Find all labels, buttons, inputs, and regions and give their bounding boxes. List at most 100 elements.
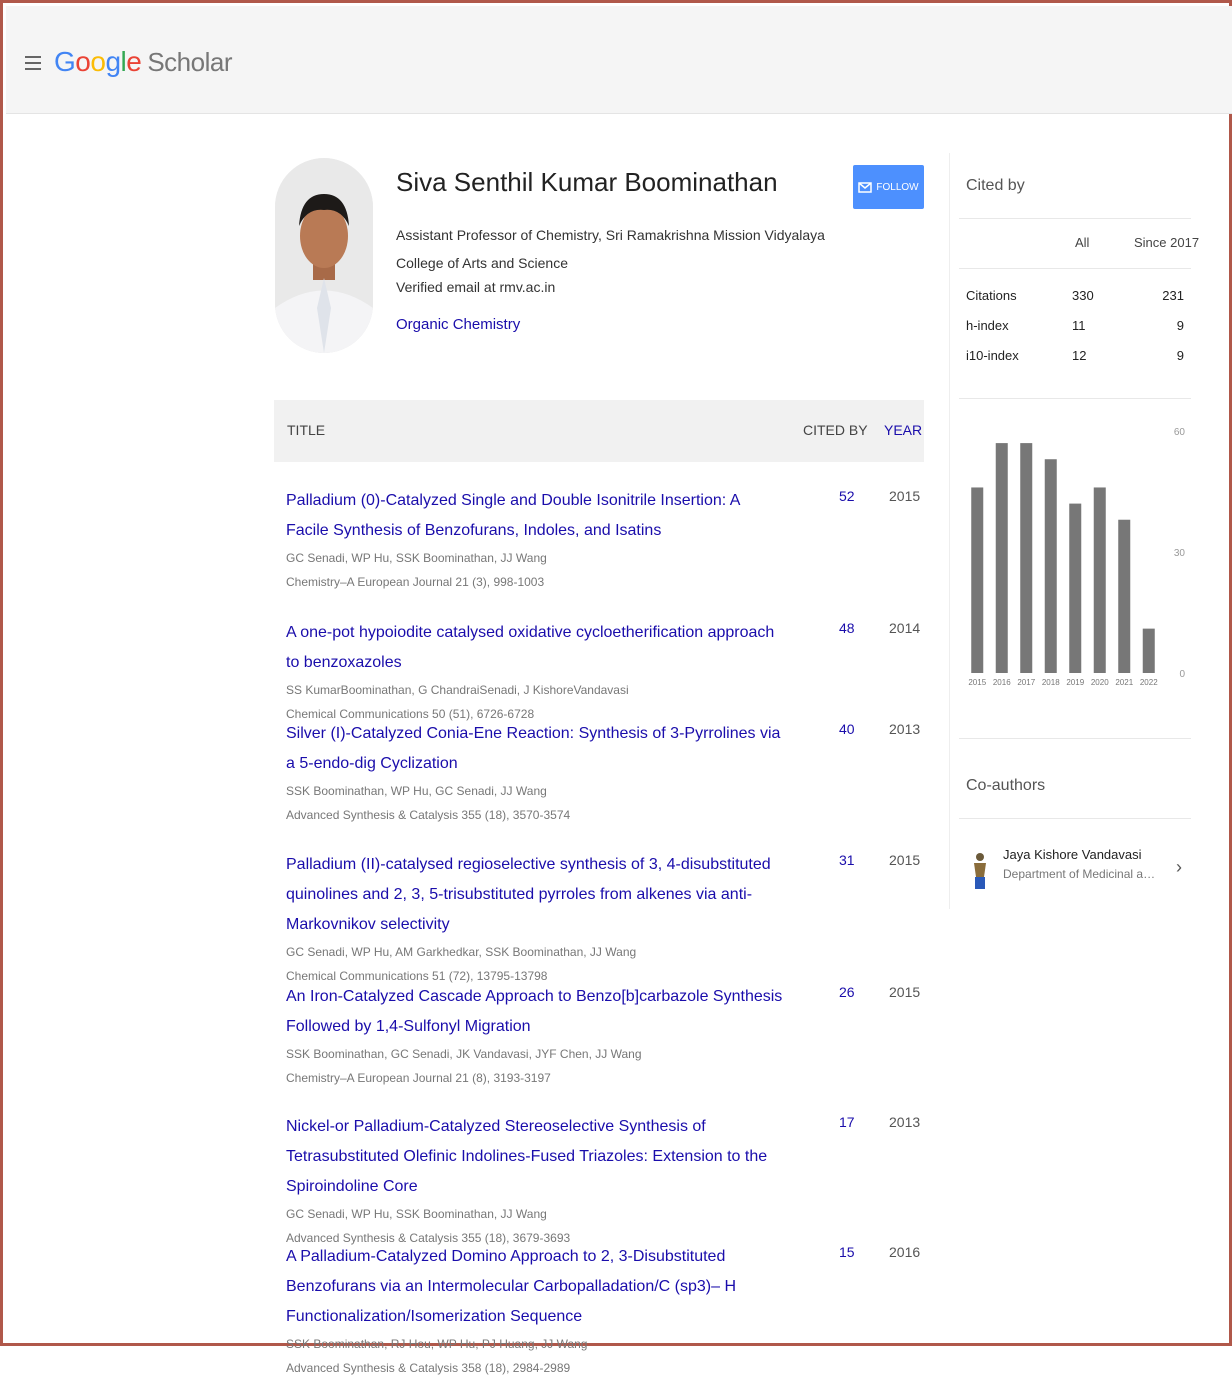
column-title-header[interactable]: TITLE bbox=[287, 422, 325, 438]
article-cited-by-link[interactable]: 52 bbox=[839, 488, 855, 504]
article-cited-by-link[interactable]: 31 bbox=[839, 852, 855, 868]
stat-since: 231 bbox=[1162, 288, 1184, 303]
chart-x-tick-label: 2017 bbox=[1017, 678, 1035, 687]
divider bbox=[959, 398, 1191, 399]
article-year: 2015 bbox=[889, 852, 921, 868]
article-title-link[interactable]: Silver (I)-Catalyzed Conia-Ene Reaction:… bbox=[286, 719, 786, 779]
follow-icon bbox=[858, 182, 873, 193]
stats-col-since: Since 2017 bbox=[1134, 235, 1200, 250]
divider bbox=[959, 818, 1191, 819]
chevron-right-icon: › bbox=[1176, 857, 1182, 877]
profile-affiliation: Assistant Professor of Chemistry, Sri Ra… bbox=[396, 227, 825, 271]
coauthor-item[interactable]: Jaya Kishore Vandavasi Department of Med… bbox=[966, 843, 1191, 899]
article-venue: Chemistry–A European Journal 21 (3), 998… bbox=[286, 575, 545, 589]
article-cited-by-link[interactable]: 15 bbox=[839, 1244, 855, 1260]
article-venue: Advanced Synthesis & Catalysis 358 (18),… bbox=[286, 1361, 571, 1375]
articles-table-header: TITLE CITED BY YEAR bbox=[274, 400, 924, 462]
divider bbox=[959, 738, 1191, 739]
follow-button[interactable]: FOLLOW bbox=[853, 165, 924, 209]
chart-bar-2015[interactable] bbox=[971, 487, 984, 673]
article-cited-by-link[interactable]: 17 bbox=[839, 1114, 855, 1130]
article-year: 2013 bbox=[889, 721, 921, 737]
article-row: An Iron-Catalyzed Cascade Approach to Be… bbox=[286, 982, 926, 1090]
stat-since: 9 bbox=[1176, 318, 1184, 333]
chart-bar-2021[interactable] bbox=[1118, 519, 1131, 673]
article-row: Silver (I)-Catalyzed Conia-Ene Reaction:… bbox=[286, 719, 926, 827]
article-authors: GC Senadi, WP Hu, AM Garkhedkar, SSK Boo… bbox=[286, 945, 637, 959]
profile-email: Verified email at rmv.ac.in bbox=[396, 279, 556, 295]
stat-all: 12 bbox=[1072, 348, 1087, 363]
article-cited-by-link[interactable]: 48 bbox=[839, 620, 855, 636]
divider bbox=[959, 218, 1191, 219]
stat-row-citations: Citations 330 231 bbox=[966, 288, 1186, 308]
menu-icon[interactable] bbox=[25, 56, 41, 70]
article-row: A Palladium-Catalyzed Domino Approach to… bbox=[286, 1242, 926, 1380]
column-cited-by-header[interactable]: CITED BY bbox=[803, 422, 868, 438]
article-title-link[interactable]: An Iron-Catalyzed Cascade Approach to Be… bbox=[286, 982, 786, 1042]
article-authors: GC Senadi, WP Hu, SSK Boominathan, JJ Wa… bbox=[286, 551, 547, 565]
top-bar: Google Scholar bbox=[6, 6, 1232, 114]
article-cited-by-link[interactable]: 26 bbox=[839, 984, 855, 1000]
stats-col-all: All bbox=[1075, 235, 1090, 250]
stat-label[interactable]: h-index bbox=[966, 318, 1009, 333]
chart-x-tick-label: 2019 bbox=[1066, 678, 1084, 687]
chart-x-tick-label: 2016 bbox=[993, 678, 1011, 687]
profile-photo bbox=[275, 158, 373, 353]
article-authors: SSK Boominathan, GC Senadi, JK Vandavasi… bbox=[286, 1047, 642, 1061]
chart-bar-2020[interactable] bbox=[1093, 487, 1106, 673]
stat-label[interactable]: i10-index bbox=[966, 348, 1019, 363]
article-row: A one-pot hypoiodite catalysed oxidative… bbox=[286, 618, 926, 726]
article-cited-by-link[interactable]: 40 bbox=[839, 721, 855, 737]
profile-name: Siva Senthil Kumar Boominathan bbox=[396, 167, 778, 197]
chart-bar-2016[interactable] bbox=[995, 443, 1008, 673]
article-venue: Advanced Synthesis & Catalysis 355 (18),… bbox=[286, 808, 571, 822]
chart-bar-2017[interactable] bbox=[1020, 443, 1033, 673]
chart-x-tick-label: 2022 bbox=[1140, 678, 1158, 687]
article-title-link[interactable]: Palladium (0)-Catalyzed Single and Doubl… bbox=[286, 486, 786, 546]
follow-label: FOLLOW bbox=[876, 181, 919, 193]
coauthor-avatar-icon bbox=[974, 853, 986, 889]
column-year-header[interactable]: YEAR bbox=[884, 422, 922, 438]
article-year: 2015 bbox=[889, 488, 921, 504]
chart-bar-2022[interactable] bbox=[1142, 628, 1155, 673]
stat-label[interactable]: Citations bbox=[966, 288, 1017, 303]
article-year: 2014 bbox=[889, 620, 921, 636]
stat-row-i10-index: i10-index 12 9 bbox=[966, 348, 1186, 368]
article-venue: Chemistry–A European Journal 21 (8), 319… bbox=[286, 1071, 551, 1085]
article-row: Palladium (II)-catalysed regioselective … bbox=[286, 850, 926, 988]
coauthors-title: Co-authors bbox=[966, 777, 1046, 794]
stat-since: 9 bbox=[1176, 348, 1184, 363]
google-scholar-logo[interactable]: Google Scholar bbox=[54, 46, 232, 78]
research-interest-link[interactable]: Organic Chemistry bbox=[396, 316, 520, 333]
article-title-link[interactable]: A one-pot hypoiodite catalysed oxidative… bbox=[286, 618, 786, 678]
article-authors: SS KumarBoominathan, G ChandraiSenadi, J… bbox=[286, 683, 629, 697]
chart-y-tick-label: 30 bbox=[1174, 548, 1186, 559]
article-year: 2015 bbox=[889, 984, 921, 1000]
page-frame: Google Scholar Siva Senthil Kumar Boomina… bbox=[0, 0, 1232, 1375]
chart-x-tick-label: 2021 bbox=[1115, 678, 1133, 687]
cited-by-title: Cited by bbox=[966, 177, 1025, 194]
stat-all: 330 bbox=[1072, 288, 1094, 303]
article-title-link[interactable]: Palladium (II)-catalysed regioselective … bbox=[286, 850, 786, 940]
chart-y-tick-label: 60 bbox=[1174, 427, 1186, 438]
article-authors: GC Senadi, WP Hu, SSK Boominathan, JJ Wa… bbox=[286, 1207, 547, 1221]
chart-x-tick-label: 2020 bbox=[1091, 678, 1109, 687]
chart-y-tick-label: 0 bbox=[1179, 669, 1185, 680]
article-row: Palladium (0)-Catalyzed Single and Doubl… bbox=[286, 486, 926, 594]
stat-row-h-index: h-index 11 9 bbox=[966, 318, 1186, 338]
article-row: Nickel-or Palladium-Catalyzed Stereosele… bbox=[286, 1112, 926, 1250]
article-title-link[interactable]: Nickel-or Palladium-Catalyzed Stereosele… bbox=[286, 1112, 786, 1202]
citations-per-year-chart: 2015 2016 2017 2018 2019 2020 2021 2022 60 30 0 bbox=[968, 427, 1186, 687]
chart-bar-2018[interactable] bbox=[1044, 459, 1057, 673]
article-authors: SSK Boominathan, WP Hu, GC Senadi, JJ Wa… bbox=[286, 784, 547, 798]
stat-all: 11 bbox=[1072, 318, 1086, 333]
divider bbox=[959, 268, 1191, 269]
article-authors: SSK Boominathan, RJ Hou, WP Hu, PJ Huang… bbox=[286, 1337, 588, 1351]
coauthor-affiliation: Department of Medicinal and Ap... bbox=[1003, 867, 1158, 881]
article-year: 2016 bbox=[889, 1244, 921, 1260]
chart-x-tick-label: 2018 bbox=[1042, 678, 1060, 687]
chart-bar-2019[interactable] bbox=[1069, 503, 1082, 673]
coauthor-name: Jaya Kishore Vandavasi bbox=[1003, 847, 1142, 862]
chart-x-tick-label: 2015 bbox=[968, 678, 986, 687]
article-title-link[interactable]: A Palladium-Catalyzed Domino Approach to… bbox=[286, 1242, 786, 1332]
